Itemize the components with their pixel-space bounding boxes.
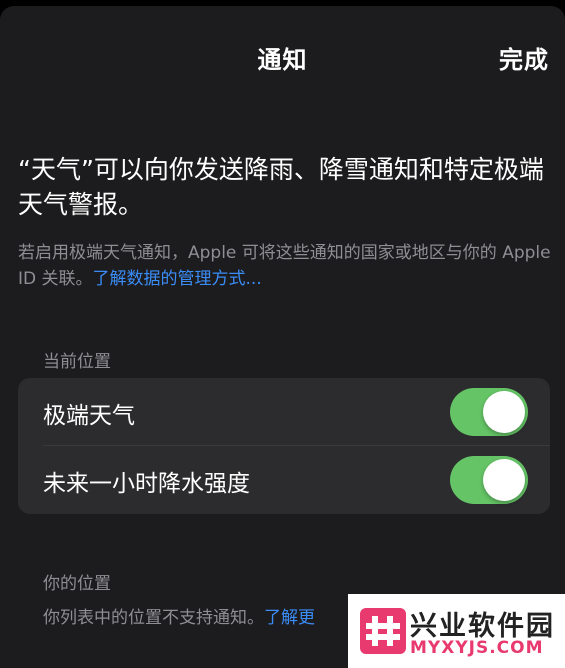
intro-info: 若启用极端天气通知，Apple 可将这些通知的国家或地区与你的 Apple ID… (18, 240, 558, 292)
watermark-subtitle: MYXYJS.COM (410, 638, 544, 658)
watermark: 兴业软件园 MYXYJS.COM (348, 594, 565, 668)
row-label-next-hour-precipitation: 未来一小时降水强度 (43, 471, 250, 497)
toggle-knob (483, 459, 525, 501)
your-locations-text: 你列表中的位置不支持通知。 (43, 608, 264, 628)
learn-more-link[interactable]: 了解更 (264, 608, 315, 628)
toggle-knob (483, 391, 525, 433)
row-extreme-weather: 极端天气 (18, 378, 550, 446)
done-button[interactable]: 完成 (499, 40, 549, 75)
row-label-extreme-weather: 极端天气 (43, 403, 135, 429)
page-title: 通知 (257, 46, 308, 74)
intro-headline: “天气”可以向你发送降雨、降雪通知和特定极端天气警报。 (18, 155, 544, 219)
learn-data-management-link[interactable]: 了解数据的管理方式... (93, 269, 262, 289)
current-location-group: 极端天气 未来一小时降水强度 (18, 378, 550, 514)
notifications-sheet: 通知 完成 “天气”可以向你发送降雨、降雪通知和特定极端天气警报。 若启用极端天… (0, 6, 565, 668)
section-label-current-location: 当前位置 (43, 352, 111, 372)
your-locations-note: 你列表中的位置不支持通知。了解更 (43, 603, 315, 628)
row-next-hour-precipitation: 未来一小时降水强度 (18, 446, 550, 514)
section-label-your-locations: 你的位置 (43, 574, 111, 594)
extreme-weather-toggle[interactable] (450, 388, 528, 436)
next-hour-precipitation-toggle[interactable] (450, 456, 528, 504)
watermark-logo-icon (360, 608, 406, 654)
